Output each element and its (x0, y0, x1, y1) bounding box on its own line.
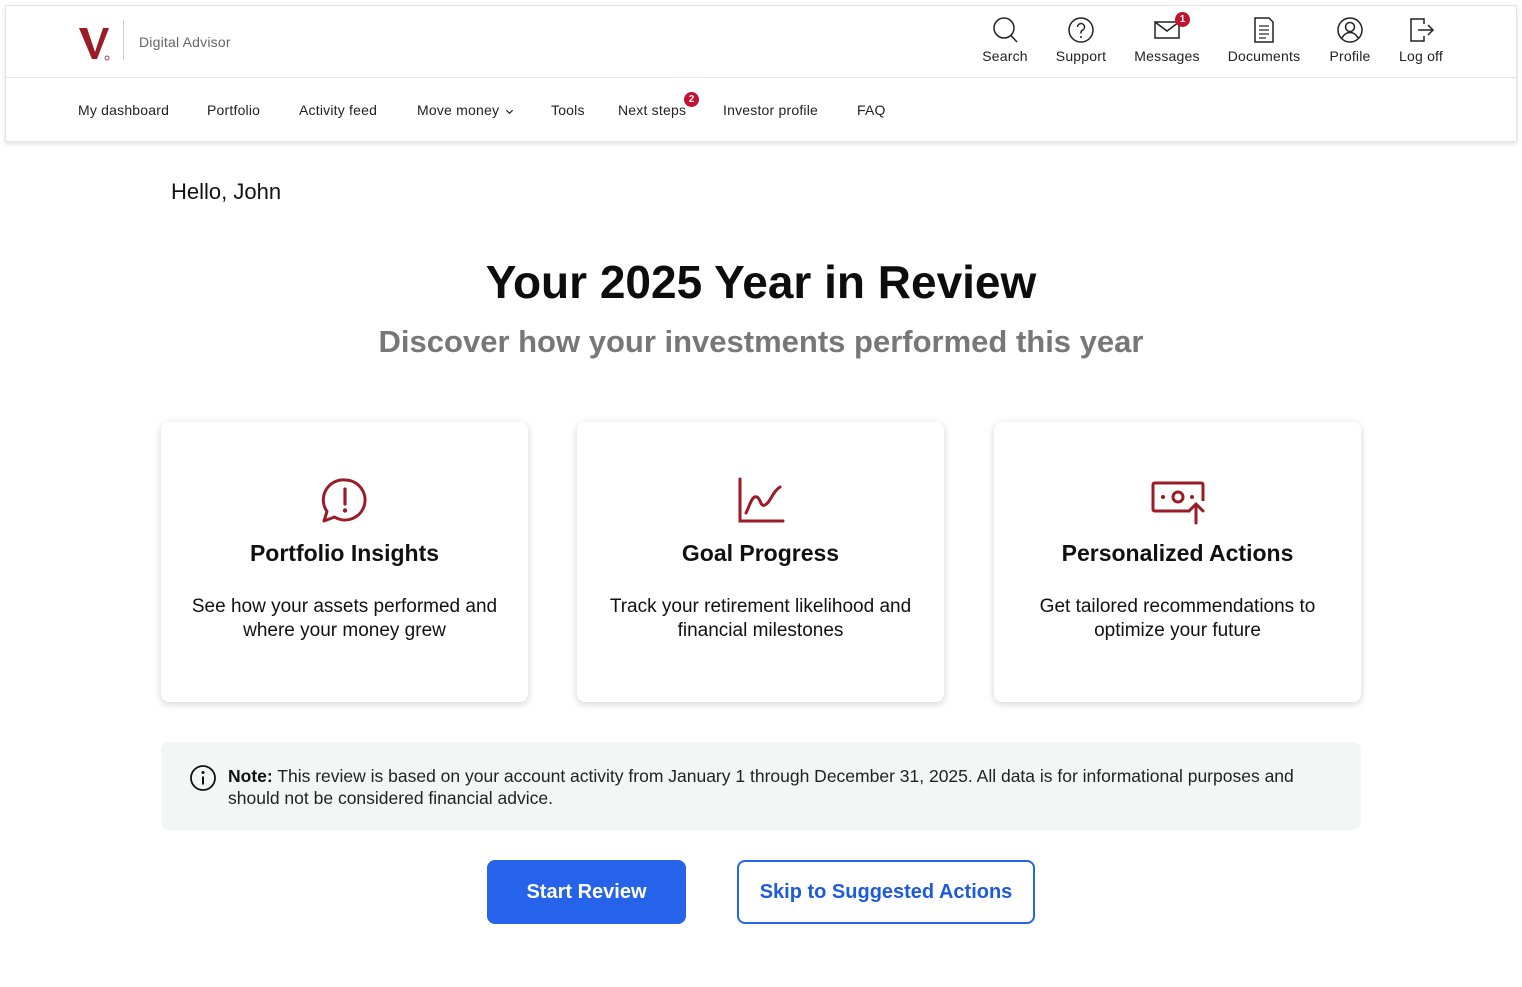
note-body: This review is based on your account act… (228, 766, 1294, 808)
start-review-button[interactable]: Start Review (487, 860, 686, 924)
next-steps-badge: 2 (684, 92, 700, 107)
logo-divider (123, 20, 124, 60)
nav-item-next-steps-label: Next steps (618, 102, 687, 118)
log-off-label: Log off (1399, 48, 1443, 64)
nav-item-move-money-label: Move money (417, 102, 500, 118)
greeting: Hello, John (171, 179, 282, 204)
nav-item-portfolio[interactable]: Portfolio (207, 102, 260, 118)
documents-button[interactable]: Documents (1224, 16, 1304, 64)
nav-item-my-dashboard[interactable]: My dashboard (78, 102, 169, 118)
search-button[interactable]: Search (981, 16, 1029, 64)
messages-button[interactable]: 1 Messages (1133, 12, 1201, 64)
card-description: Get tailored recommendations to optimize… (1039, 596, 1316, 641)
messages-badge: 1 (1175, 12, 1190, 27)
card-portfolio-insights[interactable]: Portfolio Insights See how your assets p… (161, 422, 528, 702)
envelope-icon: 1 (1153, 12, 1190, 44)
note-text: Note: This review is based on your accou… (228, 765, 1328, 809)
profile-label: Profile (1329, 48, 1371, 64)
messages-label: Messages (1134, 48, 1200, 64)
alert-speech-bubble-icon (321, 478, 366, 523)
card-personalized-actions[interactable]: Personalized Actions Get tailored recomm… (994, 422, 1361, 702)
user-circle-icon (1337, 17, 1363, 43)
top-bar: Digital Advisor Search Support 1 Message… (6, 6, 1516, 78)
info-note: Note: This review is based on your accou… (161, 742, 1361, 830)
nav-item-investor-profile[interactable]: Investor profile (723, 102, 818, 118)
page-title: Your 2025 Year in Review (485, 256, 1037, 308)
chevron-down-icon (506, 109, 514, 114)
search-icon (993, 17, 1018, 43)
line-chart-icon (738, 477, 784, 523)
card-goal-progress[interactable]: Goal Progress Track your retirement like… (577, 422, 944, 702)
support-label: Support (1055, 48, 1107, 64)
brand-name: Digital Advisor (139, 34, 231, 50)
logout-icon (1410, 18, 1435, 42)
site-header: Digital Advisor Search Support 1 Message… (5, 5, 1517, 142)
skip-to-suggested-actions-button[interactable]: Skip to Suggested Actions (737, 860, 1035, 924)
nav-item-next-steps[interactable]: Next steps 2 (618, 92, 700, 118)
page-subtitle: Discover how your investments performed … (378, 324, 1144, 359)
nav-item-tools[interactable]: Tools (551, 102, 585, 118)
search-label: Search (982, 48, 1028, 64)
card-description: Track your retirement likelihood and fin… (609, 596, 912, 641)
nav-item-activity-feed[interactable]: Activity feed (299, 102, 377, 118)
documents-label: Documents (1227, 48, 1301, 64)
support-button[interactable]: Support (1053, 16, 1109, 64)
card-title: Goal Progress (681, 540, 840, 566)
main-nav: My dashboard Portfolio Activity feed Mov… (6, 78, 1516, 143)
note-label: Note: (228, 766, 273, 786)
help-circle-icon (1068, 17, 1094, 43)
document-icon (1254, 17, 1274, 43)
profile-button[interactable]: Profile (1326, 16, 1374, 64)
card-description: See how your assets performed and where … (191, 596, 498, 641)
info-icon (190, 765, 216, 791)
vanguard-logo[interactable] (78, 24, 112, 62)
card-title: Personalized Actions (1061, 540, 1294, 566)
nav-item-faq[interactable]: FAQ (857, 102, 886, 118)
log-off-button[interactable]: Log off (1395, 16, 1447, 64)
card-title: Portfolio Insights (249, 540, 440, 566)
money-up-arrow-icon (1151, 481, 1204, 525)
nav-item-move-money[interactable]: Move money (417, 102, 514, 118)
